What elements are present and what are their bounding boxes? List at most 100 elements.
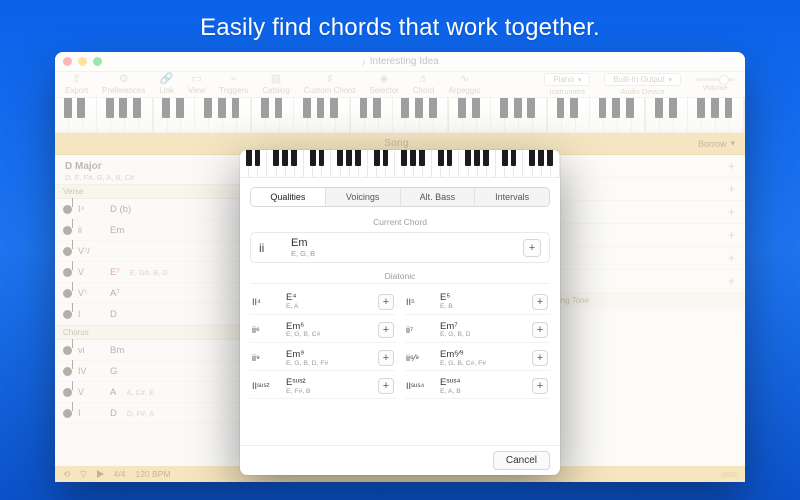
- chord-name: A: [110, 387, 116, 398]
- borrow-menu[interactable]: Borrow▾: [688, 138, 745, 149]
- chord-notes: E, A: [286, 303, 372, 310]
- toolbar-arpeggio[interactable]: ∿Arpeggio: [449, 74, 481, 95]
- toolbar-export[interactable]: ⇪Export: [65, 74, 88, 95]
- roman-numeral: II⁴: [252, 297, 280, 307]
- current-chord-notes: E, G, B: [291, 250, 513, 258]
- add-current-chord-button[interactable]: +: [523, 239, 541, 257]
- roman-numeral: I⁴: [78, 204, 104, 214]
- note-icon: [63, 310, 72, 319]
- time-signature[interactable]: 4/4: [114, 469, 126, 479]
- window-title: ♪ Interesting Idea: [55, 56, 745, 67]
- roman-numeral: ii⁷: [406, 325, 434, 335]
- chord-option[interactable]: II⁴E⁴E, A+: [250, 290, 396, 314]
- roman-numeral: V: [78, 387, 104, 397]
- chord-option[interactable]: IIˢᵘˢ²Eˢᵘˢ²E, F#, B+: [250, 375, 396, 399]
- add-chord-button[interactable]: +: [728, 205, 735, 219]
- chord-option[interactable]: ii⁶⁄⁹Em⁶⁄⁹E, G, B, C#, F#+: [404, 347, 550, 371]
- toolbar-selector[interactable]: ◈Selector: [369, 74, 398, 95]
- audio-device-label: Audio Device: [621, 87, 665, 96]
- keyboard-strip[interactable]: [55, 98, 745, 133]
- modal-tabs: Qualities Voicings Alt. Bass Intervals: [250, 187, 550, 207]
- tab-intervals[interactable]: Intervals: [475, 188, 549, 206]
- chord-name: A⁷: [110, 288, 120, 299]
- chord-name: Eˢᵘˢ⁴: [440, 378, 526, 388]
- tab-qualities[interactable]: Qualities: [251, 188, 326, 206]
- chord-notes: E, G, B, C#, F#: [440, 360, 526, 367]
- instrument-label: Instrument: [550, 87, 585, 96]
- chord-notes: E, G, B, D: [440, 331, 526, 338]
- chord-option[interactable]: II⁵E⁵E, B+: [404, 290, 550, 314]
- add-chord-button[interactable]: +: [532, 322, 548, 338]
- chord-name: G: [110, 366, 117, 377]
- add-chord-button[interactable]: +: [728, 274, 735, 288]
- roman-numeral: I: [78, 309, 104, 319]
- note-icon: [63, 268, 72, 277]
- toolbar: ⇪Export ⚙Preferences 🔗Link ▭View ⌁Trigge…: [55, 72, 745, 98]
- note-icon: [63, 346, 72, 355]
- toolbar-catalog[interactable]: ▤Catalog: [262, 74, 290, 95]
- roman-numeral: V: [78, 267, 104, 277]
- toolbar-link[interactable]: 🔗Link: [159, 74, 174, 95]
- roman-numeral: ii⁶⁄⁹: [406, 353, 434, 363]
- roman-numeral: I: [78, 408, 104, 418]
- instrument-select[interactable]: Piano: [544, 73, 590, 86]
- audio-device-select[interactable]: Built-In Output: [604, 73, 681, 86]
- note-icon: [63, 226, 72, 235]
- chord-notes: E, A, B: [440, 388, 526, 395]
- hero-headline: Easily find chords that work together.: [0, 0, 800, 42]
- chord-name: D (b): [110, 204, 131, 215]
- roman-numeral: IIˢᵘˢ²: [252, 381, 280, 391]
- add-chord-button[interactable]: +: [378, 294, 394, 310]
- chord-option[interactable]: IIˢᵘˢ⁴ Eˢᵘˢ⁴E, A, B +: [404, 375, 550, 399]
- roman-numeral: IV: [78, 366, 104, 376]
- chord-name: Em⁶: [286, 322, 372, 332]
- toolbar-view[interactable]: ▭View: [188, 74, 205, 95]
- chord-option[interactable]: ii⁶Em⁶E, G, B, C#+: [250, 319, 396, 343]
- note-icon: [63, 247, 72, 256]
- volume-slider[interactable]: [695, 78, 735, 81]
- diatonic-label: Diatonic: [240, 271, 560, 281]
- play-icon[interactable]: [97, 470, 104, 478]
- roman-numeral: IIˢᵘˢ⁴: [406, 381, 434, 391]
- app-window: ♪ Interesting Idea ⇪Export ⚙Preferences …: [55, 52, 745, 482]
- toolbar-triggers[interactable]: ⌁Triggers: [219, 74, 248, 95]
- chord-option[interactable]: ii⁷Em⁷E, G, B, D+: [404, 319, 550, 343]
- add-chord-button[interactable]: +: [728, 228, 735, 242]
- modal-keyboard[interactable]: [240, 150, 560, 178]
- add-chord-button[interactable]: +: [378, 350, 394, 366]
- current-chord-label: Current Chord: [240, 217, 560, 227]
- add-chord-button[interactable]: +: [532, 350, 548, 366]
- chord-name: D: [110, 309, 117, 320]
- chord-grid: II⁴E⁴E, A+II⁵E⁵E, B+ii⁶Em⁶E, G, B, C#+ii…: [250, 283, 550, 445]
- chord-option[interactable]: ii⁹Em⁹E, G, B, D, F#+: [250, 347, 396, 371]
- add-chord-button[interactable]: +: [728, 159, 735, 173]
- chord-name: Eˢᵘˢ²: [286, 378, 372, 388]
- chevron-down-icon: ▾: [730, 138, 735, 149]
- roman-numeral: V⁷: [78, 288, 104, 298]
- chord-notes: E, G, B, C#: [286, 331, 372, 338]
- chord-name: Em: [110, 225, 124, 236]
- add-chord-button[interactable]: +: [378, 322, 394, 338]
- zoom-slider[interactable]: [721, 472, 737, 477]
- note-icon: [63, 367, 72, 376]
- roman-numeral: II⁵: [406, 297, 434, 307]
- current-chord-row[interactable]: ii Em E, G, B +: [250, 232, 550, 263]
- chord-notes: D, F#, A: [127, 409, 154, 418]
- tab-alt-bass[interactable]: Alt. Bass: [401, 188, 476, 206]
- add-chord-button[interactable]: +: [532, 378, 548, 394]
- add-chord-button[interactable]: +: [532, 294, 548, 310]
- cancel-button[interactable]: Cancel: [493, 451, 550, 470]
- loop-icon[interactable]: ⟲: [63, 469, 70, 480]
- chord-notes: E, G#, B, D: [130, 268, 168, 277]
- tab-voicings[interactable]: Voicings: [326, 188, 401, 206]
- toolbar-chord[interactable]: ♬Chord: [413, 74, 435, 95]
- toolbar-preferences[interactable]: ⚙Preferences: [102, 74, 145, 95]
- add-chord-button[interactable]: +: [378, 378, 394, 394]
- roman-numeral: V⁷/: [78, 246, 104, 256]
- toolbar-custom-chord[interactable]: ♯Custom Chord: [304, 74, 356, 95]
- bpm-readout[interactable]: 120 BPM: [136, 469, 171, 479]
- metronome-icon[interactable]: ▽: [80, 469, 87, 480]
- add-chord-button[interactable]: +: [728, 251, 735, 265]
- add-chord-button[interactable]: +: [728, 182, 735, 196]
- chord-notes: E, B: [440, 303, 526, 310]
